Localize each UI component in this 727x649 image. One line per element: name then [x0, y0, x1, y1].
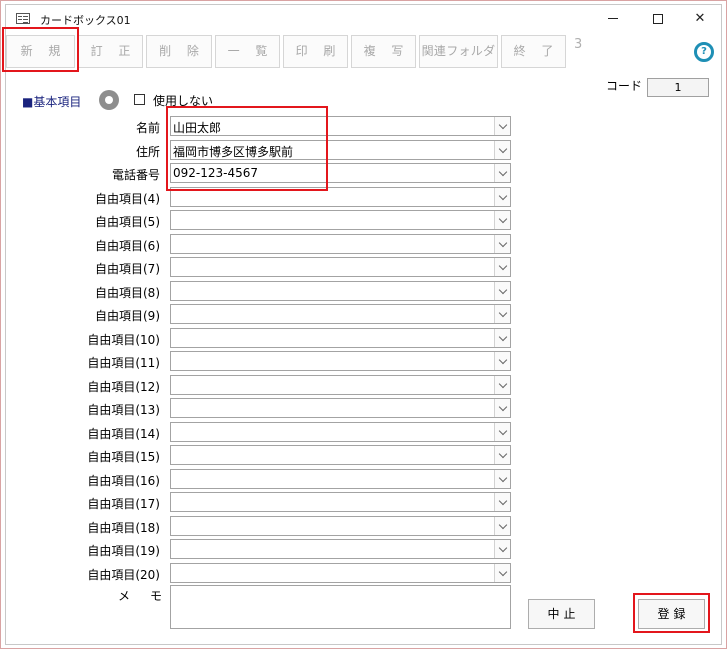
chevron-down-icon[interactable]	[494, 211, 510, 229]
minimize-icon	[608, 18, 618, 19]
code-label: コード	[606, 79, 643, 93]
chevron-down-icon[interactable]	[494, 469, 510, 488]
code-field: 1	[647, 78, 709, 97]
maximize-icon	[653, 13, 663, 24]
field-label: 電話番号	[111, 168, 160, 182]
field-combobox[interactable]	[170, 233, 511, 254]
window-title: カードボックス01	[40, 14, 131, 27]
highlight-new-button	[2, 27, 79, 72]
toolbar-related-folder-button[interactable]: 関連フォルダ	[419, 35, 498, 68]
field-label: 自由項目(6)	[95, 238, 160, 253]
field-combobox[interactable]	[170, 257, 511, 277]
chevron-down-icon[interactable]	[494, 493, 510, 511]
field-combobox[interactable]	[170, 210, 511, 230]
app-window: カードボックス01 ✕ 新 規 訂 正 削 除 一 覧 印 刷 複 写 関連フォ…	[2, 4, 722, 645]
field-label: 自由項目(7)	[95, 262, 160, 276]
field-label: 住所	[135, 144, 160, 159]
field-label: 自由項目(10)	[87, 332, 160, 347]
toolbar-copy-button[interactable]: 複 写	[351, 35, 416, 68]
title-bar: カードボックス01 ✕	[6, 5, 721, 33]
field-label: 自由項目(15)	[87, 450, 160, 464]
highlight-basic-fields	[166, 106, 328, 191]
field-label: 自由項目(9)	[95, 309, 160, 323]
chevron-down-icon[interactable]	[494, 375, 510, 394]
field-combobox[interactable]	[170, 351, 511, 371]
chevron-down-icon[interactable]	[494, 516, 510, 535]
chevron-down-icon[interactable]	[494, 187, 510, 206]
field-combobox[interactable]	[170, 374, 511, 395]
maximize-button[interactable]	[636, 5, 680, 33]
field-combobox[interactable]	[170, 421, 511, 442]
field-combobox[interactable]	[170, 398, 511, 418]
toolbar-edit-button[interactable]: 訂 正	[78, 35, 143, 68]
gear-icon[interactable]	[99, 90, 119, 110]
field-label: 自由項目(20)	[87, 567, 160, 582]
field-label: 自由項目(17)	[87, 497, 160, 511]
section-title: ■基本項目	[22, 95, 82, 109]
field-combobox[interactable]	[170, 445, 511, 465]
chevron-down-icon[interactable]	[494, 281, 510, 300]
chevron-down-icon[interactable]	[494, 140, 510, 159]
highlight-register-button	[633, 593, 710, 633]
field-combobox[interactable]	[170, 280, 511, 301]
toolbar-list-button[interactable]: 一 覧	[215, 35, 280, 68]
chevron-down-icon[interactable]	[494, 352, 510, 370]
toolbar-print-button[interactable]: 印 刷	[283, 35, 348, 68]
cancel-button[interactable]: 中止	[528, 599, 595, 629]
form-icon	[16, 13, 30, 24]
field-combobox[interactable]	[170, 562, 511, 583]
chevron-down-icon[interactable]	[494, 164, 510, 182]
field-label: 自由項目(19)	[87, 544, 160, 558]
help-icon[interactable]: ?	[694, 42, 714, 62]
chevron-down-icon[interactable]	[494, 446, 510, 464]
chevron-down-icon[interactable]	[494, 234, 510, 253]
chevron-down-icon[interactable]	[494, 399, 510, 417]
toolbar-delete-button[interactable]: 削 除	[146, 35, 212, 68]
unused-checkbox[interactable]	[134, 94, 145, 105]
field-combobox[interactable]	[170, 492, 511, 512]
chevron-down-icon[interactable]	[494, 305, 510, 323]
field-label: 自由項目(16)	[87, 473, 160, 488]
field-combobox[interactable]	[170, 539, 511, 559]
chevron-down-icon[interactable]	[494, 258, 510, 276]
field-combobox[interactable]	[170, 515, 511, 536]
chevron-down-icon[interactable]	[494, 117, 510, 135]
toolbar-number: 3	[574, 37, 583, 52]
field-label: 自由項目(12)	[87, 379, 160, 394]
field-combobox[interactable]	[170, 327, 511, 348]
field-label: 自由項目(14)	[87, 426, 160, 441]
field-label: 自由項目(18)	[87, 520, 160, 535]
minimize-button[interactable]	[591, 5, 635, 33]
memo-textarea[interactable]	[170, 585, 511, 629]
field-combobox[interactable]	[170, 468, 511, 489]
field-combobox[interactable]	[170, 304, 511, 324]
chevron-down-icon[interactable]	[494, 540, 510, 558]
field-label: 自由項目(4)	[95, 191, 160, 206]
field-label: 自由項目(5)	[95, 215, 160, 229]
chevron-down-icon[interactable]	[494, 563, 510, 582]
chevron-down-icon[interactable]	[494, 422, 510, 441]
toolbar-exit-button[interactable]: 終 了	[501, 35, 566, 68]
field-label: 名前	[135, 121, 160, 135]
field-label: 自由項目(11)	[87, 356, 160, 370]
close-button[interactable]: ✕	[678, 5, 722, 33]
field-label: 自由項目(8)	[95, 285, 160, 300]
chevron-down-icon[interactable]	[494, 328, 510, 347]
field-label: 自由項目(13)	[87, 403, 160, 417]
